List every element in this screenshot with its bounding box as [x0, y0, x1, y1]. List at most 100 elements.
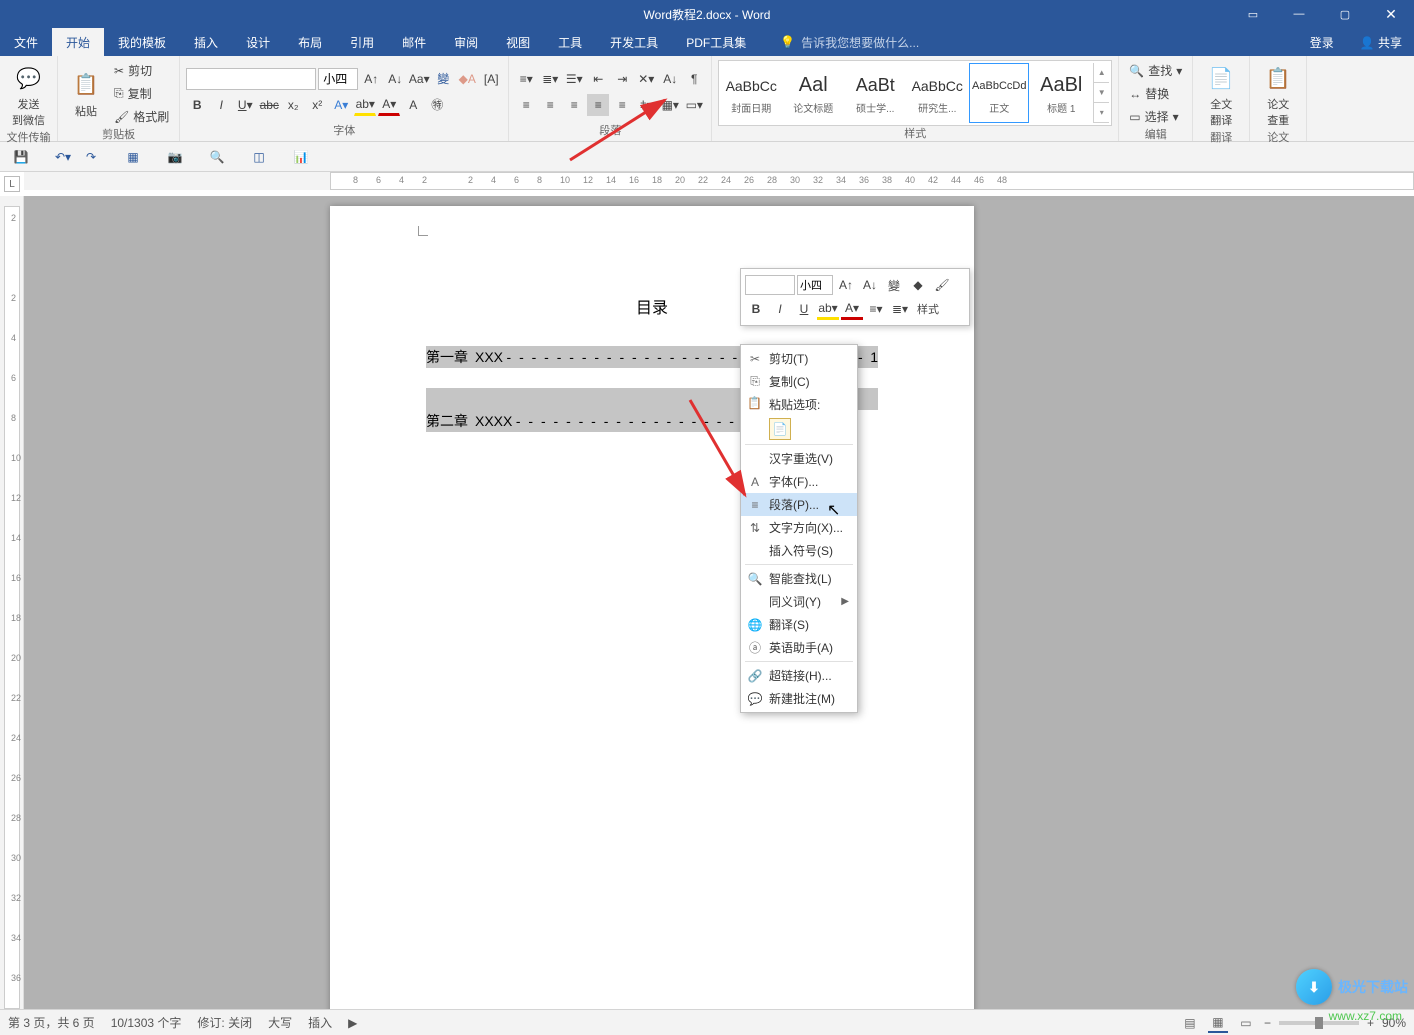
ctx-translate[interactable]: 🌐翻译(S)	[741, 613, 857, 636]
superscript-icon[interactable]: x²	[306, 94, 328, 116]
change-case-icon[interactable]: Aa▾	[408, 68, 430, 90]
ctx-synonyms[interactable]: 同义词(Y)▶	[741, 590, 857, 613]
maximize-icon[interactable]: ▢	[1322, 0, 1368, 28]
mini-increase-font-icon[interactable]: A↑	[835, 274, 857, 296]
page-scroll[interactable]: 目录 第一章 XXX - - - - - - - - - - - - - - -…	[24, 196, 1414, 1009]
table-icon[interactable]: ▦	[122, 146, 144, 168]
phonetic-guide-icon[interactable]: 變	[432, 68, 454, 90]
tab-design[interactable]: 设计	[232, 28, 284, 56]
vertical-ruler[interactable]: 22468101214161820222426283032343638	[0, 196, 24, 1009]
ribbon-display-icon[interactable]: ▭	[1230, 0, 1276, 28]
style-item-0[interactable]: AaBbCc封面日期	[721, 63, 781, 123]
mini-italic-icon[interactable]: I	[769, 298, 791, 320]
zoom-out-icon[interactable]: −	[1264, 1016, 1271, 1030]
paste-button[interactable]: 📋 粘贴	[64, 67, 108, 121]
style-scroll[interactable]: ▲▼▾	[1093, 63, 1109, 123]
status-words[interactable]: 10/1303 个字	[111, 1014, 182, 1031]
distribute-icon[interactable]: ≡	[611, 94, 633, 116]
strikethrough-icon[interactable]: abc	[258, 94, 280, 116]
style-item-3[interactable]: AaBbCc研究生...	[907, 63, 967, 123]
mini-decrease-font-icon[interactable]: A↓	[859, 274, 881, 296]
ctx-english-assistant[interactable]: ⓐ英语助手(A)	[741, 636, 857, 659]
decrease-font-icon[interactable]: A↓	[384, 68, 406, 90]
ctx-font[interactable]: A字体(F)...	[741, 470, 857, 493]
full-translate-button[interactable]: 📄 全文 翻译	[1199, 60, 1243, 130]
tab-mytemplates[interactable]: 我的模板	[104, 28, 180, 56]
undo-icon[interactable]: ↶▾	[52, 146, 74, 168]
mini-phonetic-icon[interactable]: 變	[883, 274, 905, 296]
copy-button[interactable]: ⎘复制	[110, 83, 173, 104]
chart-icon[interactable]: 📊	[290, 146, 312, 168]
horizontal-ruler[interactable]: 8642246810121416182022242628303234363840…	[24, 172, 1414, 190]
style-up-icon[interactable]: ▲	[1094, 63, 1109, 83]
highlight-icon[interactable]: ab▾	[354, 94, 376, 116]
mini-clear-icon[interactable]: ◆	[907, 274, 929, 296]
tab-references[interactable]: 引用	[336, 28, 388, 56]
ctx-new-comment[interactable]: 💬新建批注(M)	[741, 687, 857, 710]
status-macro-icon[interactable]: ▶	[348, 1016, 357, 1030]
tab-home[interactable]: 开始	[52, 28, 104, 56]
style-more-icon[interactable]: ▾	[1094, 103, 1109, 123]
minimize-icon[interactable]: —	[1276, 0, 1322, 28]
mini-font-name[interactable]	[745, 275, 795, 295]
close-icon[interactable]: ✕	[1368, 0, 1414, 28]
show-marks-icon[interactable]: ¶	[683, 68, 705, 90]
subscript-icon[interactable]: x₂	[282, 94, 304, 116]
mini-numbering-icon[interactable]: ≣▾	[889, 298, 911, 320]
style-item-2[interactable]: AaBt硕士学...	[845, 63, 905, 123]
style-item-5[interactable]: AaBl标题 1	[1031, 63, 1091, 123]
tab-pdf[interactable]: PDF工具集	[672, 28, 760, 56]
ctx-smart-lookup[interactable]: 🔍智能查找(L)	[741, 567, 857, 590]
asian-layout-icon[interactable]: ✕▾	[635, 68, 657, 90]
share-button[interactable]: 👤 共享	[1352, 34, 1410, 51]
document-page[interactable]: 目录 第一章 XXX - - - - - - - - - - - - - - -…	[330, 206, 974, 1009]
ctx-hanzi-reselect[interactable]: 汉字重选(V)	[741, 447, 857, 470]
cut-button[interactable]: ✂剪切	[110, 60, 173, 81]
ctx-hyperlink[interactable]: 🔗超链接(H)...	[741, 664, 857, 687]
align-left-icon[interactable]: ≡	[515, 94, 537, 116]
tab-selector[interactable]: L	[4, 176, 20, 192]
view-print-icon[interactable]: ▦	[1208, 1013, 1228, 1033]
view-read-icon[interactable]: ▤	[1180, 1013, 1200, 1033]
text-effects-icon[interactable]: A▾	[330, 94, 352, 116]
ctx-copy[interactable]: ⎘复制(C)	[741, 370, 857, 393]
increase-indent-icon[interactable]: ⇥	[611, 68, 633, 90]
align-center-icon[interactable]: ≡	[539, 94, 561, 116]
multilevel-list-icon[interactable]: ☰▾	[563, 68, 585, 90]
login-button[interactable]: 登录	[1302, 34, 1342, 51]
char-border-icon[interactable]: [A]	[480, 68, 502, 90]
mini-format-painter-icon[interactable]: 🖌	[931, 274, 953, 296]
tab-view[interactable]: 视图	[492, 28, 544, 56]
bullets-icon[interactable]: ≡▾	[515, 68, 537, 90]
align-right-icon[interactable]: ≡	[563, 94, 585, 116]
toc-line-2[interactable]: 第二章 XXXX - - - - - - - - - - - - - - - -…	[426, 410, 756, 432]
mini-underline-icon[interactable]: U	[793, 298, 815, 320]
tab-review[interactable]: 审阅	[440, 28, 492, 56]
zoom-thumb[interactable]	[1315, 1017, 1323, 1029]
style-item-1[interactable]: Aal论文标题	[783, 63, 843, 123]
ctx-cut[interactable]: ✂剪切(T)	[741, 347, 857, 370]
italic-icon[interactable]: I	[210, 94, 232, 116]
tab-developer[interactable]: 开发工具	[596, 28, 672, 56]
char-shading-icon[interactable]: A	[402, 94, 424, 116]
borders-icon[interactable]: ▭▾	[683, 94, 705, 116]
find-button[interactable]: 🔍查找▾	[1125, 60, 1186, 81]
status-revision[interactable]: 修订: 关闭	[197, 1014, 252, 1031]
tab-layout[interactable]: 布局	[284, 28, 336, 56]
magnifier-icon[interactable]: 🔍	[206, 146, 228, 168]
decrease-indent-icon[interactable]: ⇤	[587, 68, 609, 90]
save-icon[interactable]: 💾	[10, 146, 32, 168]
font-size-input[interactable]	[318, 68, 358, 90]
tell-me-search[interactable]: 💡 告诉我您想要做什么...	[780, 28, 919, 56]
shading-icon[interactable]: ▦▾	[659, 94, 681, 116]
select-button[interactable]: ▭选择▾	[1125, 106, 1186, 127]
style-down-icon[interactable]: ▼	[1094, 83, 1109, 103]
style-gallery[interactable]: AaBbCc封面日期 Aal论文标题 AaBt硕士学... AaBbCc研究生.…	[718, 60, 1112, 126]
replace-button[interactable]: ↔替换	[1125, 83, 1186, 104]
view-web-icon[interactable]: ▭	[1236, 1013, 1256, 1033]
mini-font-color-icon[interactable]: A▾	[841, 298, 863, 320]
format-painter-button[interactable]: 🖌格式刷	[110, 106, 173, 127]
font-color-icon[interactable]: A▾	[378, 94, 400, 116]
increase-font-icon[interactable]: A↑	[360, 68, 382, 90]
camera-icon[interactable]: 📷	[164, 146, 186, 168]
